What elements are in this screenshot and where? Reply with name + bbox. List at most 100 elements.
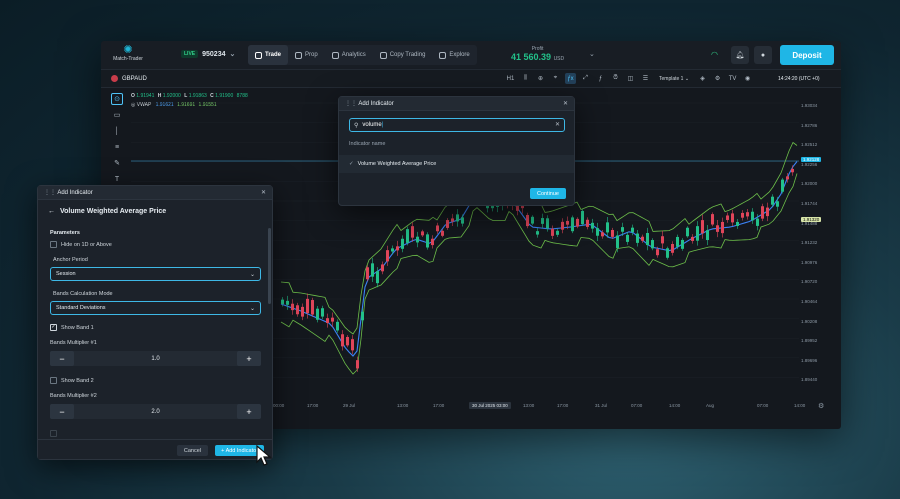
show-band-2-checkbox[interactable]: Show Band 2: [50, 377, 94, 384]
candle-body: [421, 231, 424, 236]
scrollbar[interactable]: [268, 228, 271, 304]
layers-icon[interactable]: ◈: [697, 73, 708, 84]
candle-body: [341, 334, 344, 347]
multiplier-1-stepper: − 1.0 +: [50, 351, 261, 366]
hlines-tool-icon[interactable]: ≡: [111, 141, 123, 153]
deposit-button[interactable]: Deposit: [780, 45, 834, 65]
hide-on-1d-checkbox[interactable]: Hide on 1D or Above: [50, 241, 112, 248]
candle-body: [366, 267, 369, 280]
minus-button[interactable]: −: [50, 351, 74, 366]
plus-button[interactable]: +: [237, 404, 261, 419]
tab-analytics[interactable]: Analytics: [325, 45, 373, 65]
multiplier-1-label: Bands Multiplier #1: [50, 340, 97, 346]
time-tick: 31 Jul: [595, 403, 608, 408]
candle-body: [461, 217, 464, 224]
drag-handle-icon[interactable]: ⋮⋮: [44, 190, 56, 196]
anchor-period-select[interactable]: Session ⌄: [50, 267, 261, 281]
candle-body: [281, 299, 284, 305]
indicator-result-item[interactable]: ✓ Volume Weighted Average Price: [339, 155, 574, 173]
chevron-down-icon: ⌄: [249, 272, 255, 278]
crosshair-icon[interactable]: ⌖: [550, 73, 561, 84]
continue-button[interactable]: Continue: [529, 188, 566, 199]
candle-body: [551, 228, 554, 236]
candle-body: [436, 225, 439, 232]
fullscreen-icon[interactable]: ⤢: [580, 73, 591, 84]
plus-button[interactable]: +: [237, 351, 261, 366]
partial-checkbox[interactable]: [50, 430, 57, 437]
candle-body: [641, 236, 644, 241]
tab-trade[interactable]: Trade: [248, 45, 289, 65]
crosshair-tool-icon[interactable]: ⊙: [111, 93, 123, 105]
candle-body: [316, 308, 319, 320]
alarm-icon[interactable]: ⏰︎: [610, 73, 621, 84]
candle-body: [761, 206, 764, 219]
candle-body: [401, 238, 404, 249]
symbol-selector[interactable]: GBPAUD: [111, 75, 147, 82]
check-icon: ✓: [349, 161, 354, 167]
candle-body: [601, 232, 604, 237]
candle-body: [426, 234, 429, 248]
tab-prop[interactable]: Prop: [288, 45, 325, 65]
candle-body: [531, 216, 534, 224]
flag-icon: [111, 75, 118, 82]
gear-icon[interactable]: ⚙: [818, 402, 824, 410]
drag-handle-icon[interactable]: ⋮⋮: [345, 101, 357, 107]
camera-snapshot-icon[interactable]: ◉: [742, 73, 753, 84]
clear-icon[interactable]: ✕: [555, 121, 560, 128]
candle-body: [741, 212, 744, 218]
price-tick: 1.90720: [801, 279, 818, 285]
candle-body: [681, 239, 684, 249]
candle-body: [311, 300, 314, 315]
show-band-1-checkbox[interactable]: ✓ Show Band 1: [50, 324, 94, 331]
function-icon[interactable]: ƒ: [595, 73, 606, 84]
profit-display: Profit 41 560.39 USD: [511, 46, 564, 62]
chevron-down-icon[interactable]: ⌄: [589, 50, 595, 58]
checkbox-icon[interactable]: [50, 377, 57, 384]
candle-body: [671, 244, 674, 253]
time-tick: 13:00: [397, 403, 409, 408]
close-icon[interactable]: ✕: [563, 100, 568, 107]
layout-icon[interactable]: ☰: [640, 73, 651, 84]
template-selector[interactable]: Template 1 ⌄: [655, 76, 693, 82]
minus-button[interactable]: −: [50, 404, 74, 419]
multiplier-1-value[interactable]: 1.0: [151, 356, 159, 362]
price-tick: 1.90208: [801, 318, 818, 324]
candle-body: [446, 220, 449, 228]
checkbox-checked-icon[interactable]: ✓: [50, 324, 57, 331]
line-tool-icon[interactable]: │: [111, 125, 123, 137]
candle-body: [331, 317, 334, 322]
multiplier-2-label: Bands Multiplier #2: [50, 393, 97, 399]
price-tick: 1.90464: [801, 299, 818, 304]
pencil-tool-icon[interactable]: ✎: [111, 157, 123, 169]
time-tick: Aug: [706, 403, 715, 408]
timeframe-button[interactable]: H1: [505, 73, 516, 84]
settings-icon[interactable]: ⚙: [712, 73, 723, 84]
mouse-cursor-icon: [256, 445, 272, 466]
rectangle-tool-icon[interactable]: ▭: [111, 109, 123, 121]
time-tick: 00:00: [273, 403, 285, 408]
bell-icon[interactable]: 🔔︎: [731, 46, 749, 64]
indicator-search-input[interactable]: ⚲ volume | ✕: [349, 118, 565, 132]
time-tick: 14:00: [794, 403, 806, 408]
text-tool-icon[interactable]: T: [111, 173, 123, 185]
candle-body: [621, 227, 624, 232]
candles-icon[interactable]: ⫼: [520, 73, 531, 84]
user-icon[interactable]: ●: [754, 46, 772, 64]
bands-mode-select[interactable]: Standard Deviations ⌄: [50, 301, 261, 315]
time-tick: 17:00: [557, 403, 569, 408]
account-selector[interactable]: LIVE 950234 ⌄: [181, 50, 235, 58]
multiplier-2-value[interactable]: 2.0: [151, 409, 159, 415]
price-tick: 1.92786: [801, 122, 818, 128]
candle-body: [576, 218, 579, 227]
zoom-icon[interactable]: ⊕: [535, 73, 546, 84]
close-icon[interactable]: ✕: [261, 189, 266, 196]
tab-copy-trading[interactable]: Copy Trading: [373, 45, 433, 65]
camera-icon[interactable]: ◫: [625, 73, 636, 84]
back-arrow-icon[interactable]: ←: [48, 208, 55, 215]
cancel-button[interactable]: Cancel: [176, 445, 208, 456]
checkbox-icon[interactable]: [50, 241, 57, 248]
indicators-icon[interactable]: ƒx: [565, 73, 576, 84]
tab-explore[interactable]: Explore: [432, 45, 476, 65]
candle-body: [781, 179, 784, 192]
candle-body: [526, 214, 529, 227]
